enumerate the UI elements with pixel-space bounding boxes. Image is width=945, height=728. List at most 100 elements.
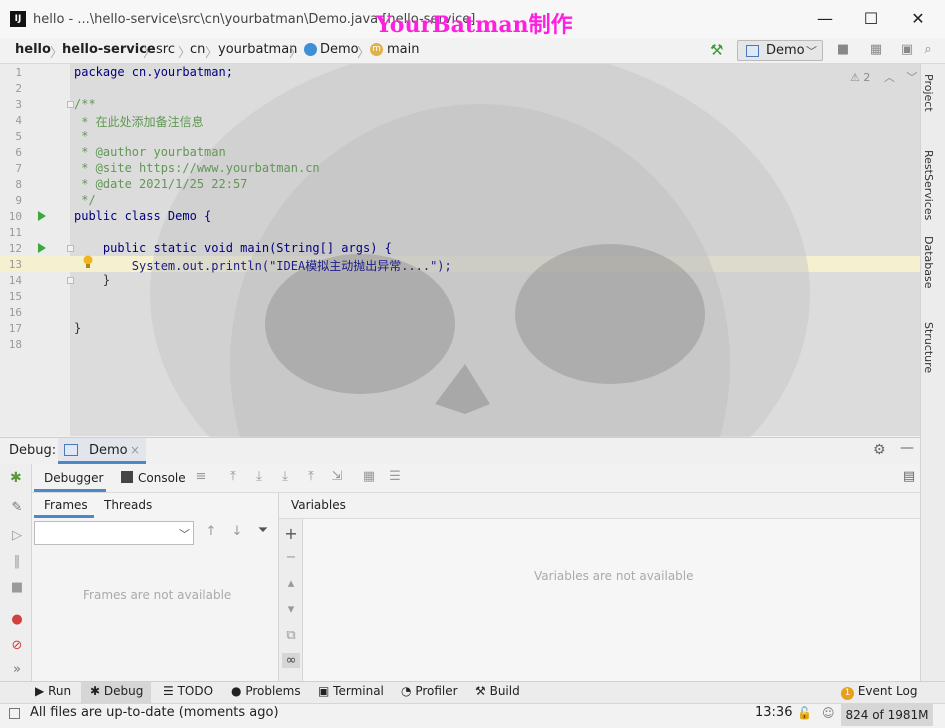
stop-debug-icon[interactable]: ■: [8, 580, 26, 595]
run-class-gutter-icon[interactable]: [38, 211, 46, 221]
filter-icon[interactable]: ⏷: [254, 523, 272, 538]
tool-debug[interactable]: ✱ Debug: [90, 684, 143, 698]
breadcrumb-src[interactable]: src: [156, 42, 175, 57]
variables-tab-label: Variables: [291, 498, 346, 512]
code-line: }: [74, 273, 111, 287]
tool-tab-project[interactable]: Project: [922, 74, 935, 112]
tab-console[interactable]: Console: [138, 471, 186, 485]
info-icon: ●: [231, 684, 242, 698]
tool-terminal[interactable]: ▣ Terminal: [318, 684, 384, 698]
show-execution-point-icon[interactable]: ⤒: [224, 469, 242, 484]
breadcrumb-package[interactable]: yourbatman: [218, 42, 297, 57]
more-actions-icon[interactable]: »: [8, 662, 26, 677]
hide-panel-icon[interactable]: —: [900, 440, 914, 456]
fold-marker-icon[interactable]: [67, 101, 74, 108]
tool-profiler[interactable]: ◔ Profiler: [401, 684, 458, 698]
step-over-icon[interactable]: ⤓: [250, 469, 268, 484]
chevron-down-icon: ﹀: [806, 45, 817, 58]
tab-threads[interactable]: Threads: [104, 498, 152, 512]
fold-marker-icon[interactable]: [67, 277, 74, 284]
run-to-cursor-icon[interactable]: ⇲: [328, 469, 346, 484]
search-icon[interactable]: ⌕: [920, 42, 936, 58]
event-log-button[interactable]: 1 Event Log: [841, 684, 917, 700]
breadcrumb-module[interactable]: hello-service: [62, 42, 156, 57]
previous-highlight-icon[interactable]: ︿: [884, 71, 895, 84]
remove-watch-icon[interactable]: −: [282, 550, 300, 565]
fold-marker-icon[interactable]: [67, 245, 74, 252]
minimize-button[interactable]: —: [813, 8, 837, 30]
memory-indicator[interactable]: 824 of 1981M: [841, 704, 933, 726]
line-number: 10: [8, 210, 22, 223]
move-up-icon[interactable]: ▴: [282, 576, 300, 591]
step-into-icon[interactable]: ⤓: [276, 469, 294, 484]
terminal-icon[interactable]: ▣: [899, 42, 915, 58]
move-down-icon[interactable]: ▾: [282, 602, 300, 617]
tool-terminal-label: Terminal: [333, 684, 384, 698]
close-tab-icon[interactable]: ×: [130, 443, 140, 457]
next-frame-icon[interactable]: ↓: [228, 524, 246, 539]
tool-build[interactable]: ⚒ Build: [475, 684, 520, 698]
tab-frames[interactable]: Frames: [34, 494, 94, 518]
project-structure-icon[interactable]: ▦: [868, 42, 884, 58]
trace-icon[interactable]: ☰: [386, 469, 404, 484]
duplicate-watch-icon[interactable]: ⧉: [282, 628, 300, 643]
mute-breakpoints-icon[interactable]: ⊘: [8, 638, 26, 653]
line-number: 14: [8, 274, 22, 287]
close-window-button[interactable]: ✕: [906, 8, 930, 30]
add-watch-icon[interactable]: +: [282, 524, 300, 543]
breadcrumb-class[interactable]: Demo: [320, 42, 359, 57]
line-number: 11: [8, 226, 22, 239]
thread-selector-dropdown[interactable]: ﹀: [34, 521, 194, 545]
line-number: 5: [15, 130, 22, 143]
breadcrumb-cn[interactable]: cn: [190, 42, 205, 57]
tool-tab-restservices[interactable]: RestServices: [922, 150, 935, 220]
warning-icon: ⚠: [850, 71, 860, 84]
step-out-icon[interactable]: ⤒: [302, 469, 320, 484]
breadcrumb-separator: 〉: [143, 46, 157, 61]
breadcrumb-method[interactable]: main: [387, 42, 419, 57]
code-line: * 在此处添加备注信息: [74, 115, 204, 129]
previous-frame-icon[interactable]: ↑: [202, 524, 220, 539]
inspector-icon[interactable]: ☺: [822, 706, 835, 720]
line-number: 2: [15, 82, 22, 95]
tool-problems-label: Problems: [245, 684, 301, 698]
line-number: 9: [15, 194, 22, 207]
wrench-icon[interactable]: ✎: [8, 500, 26, 515]
debug-session-tab[interactable]: Demo ×: [58, 438, 146, 464]
breadcrumb-separator: 〉: [205, 46, 219, 61]
pause-icon[interactable]: ‖: [8, 554, 26, 569]
resume-icon[interactable]: ▷: [8, 528, 26, 543]
tool-todo[interactable]: ☰ TODO: [163, 684, 213, 698]
line-number: 12: [8, 242, 22, 255]
event-log-label: Event Log: [857, 684, 918, 698]
status-toggle-icon[interactable]: [9, 708, 20, 719]
tool-tab-structure[interactable]: Structure: [922, 322, 935, 373]
maximize-button[interactable]: ☐: [859, 8, 883, 30]
method-icon: m: [370, 43, 383, 56]
code-line: package cn.yourbatman;: [74, 65, 233, 79]
run-configuration-dropdown[interactable]: Demo ﹀: [737, 40, 823, 61]
build-hammer-icon[interactable]: ⚒: [710, 41, 723, 59]
breadcrumb-project[interactable]: hello: [15, 42, 51, 57]
run-main-gutter-icon[interactable]: [38, 243, 46, 253]
gear-icon[interactable]: ⚙: [873, 442, 886, 458]
view-breakpoints-icon[interactable]: ●: [8, 612, 26, 627]
next-highlight-icon[interactable]: ﹀: [906, 71, 917, 84]
run-config-icon: [746, 45, 759, 57]
line-number: 7: [15, 162, 22, 175]
class-icon: [304, 43, 317, 56]
intellij-logo-icon: IJ: [10, 11, 26, 27]
glasses-icon[interactable]: ∞: [282, 653, 300, 668]
layout-settings-icon[interactable]: ▤: [900, 469, 918, 484]
line-number: 17: [8, 322, 22, 335]
lock-icon[interactable]: 🔓: [797, 706, 812, 720]
stop-icon[interactable]: ■: [835, 42, 851, 58]
tab-debugger[interactable]: Debugger: [34, 465, 106, 492]
evaluate-expression-icon[interactable]: ▦: [360, 469, 378, 484]
tool-tab-database[interactable]: Database: [922, 236, 935, 289]
tool-run[interactable]: ▶ Run: [35, 684, 71, 698]
menu-lines-icon[interactable]: ≡: [192, 469, 210, 484]
inspection-widget[interactable]: ⚠ 2 ︿ ﹀: [850, 69, 917, 85]
code-line: public class Demo {: [74, 209, 212, 223]
tool-problems[interactable]: ● Problems: [231, 684, 301, 698]
